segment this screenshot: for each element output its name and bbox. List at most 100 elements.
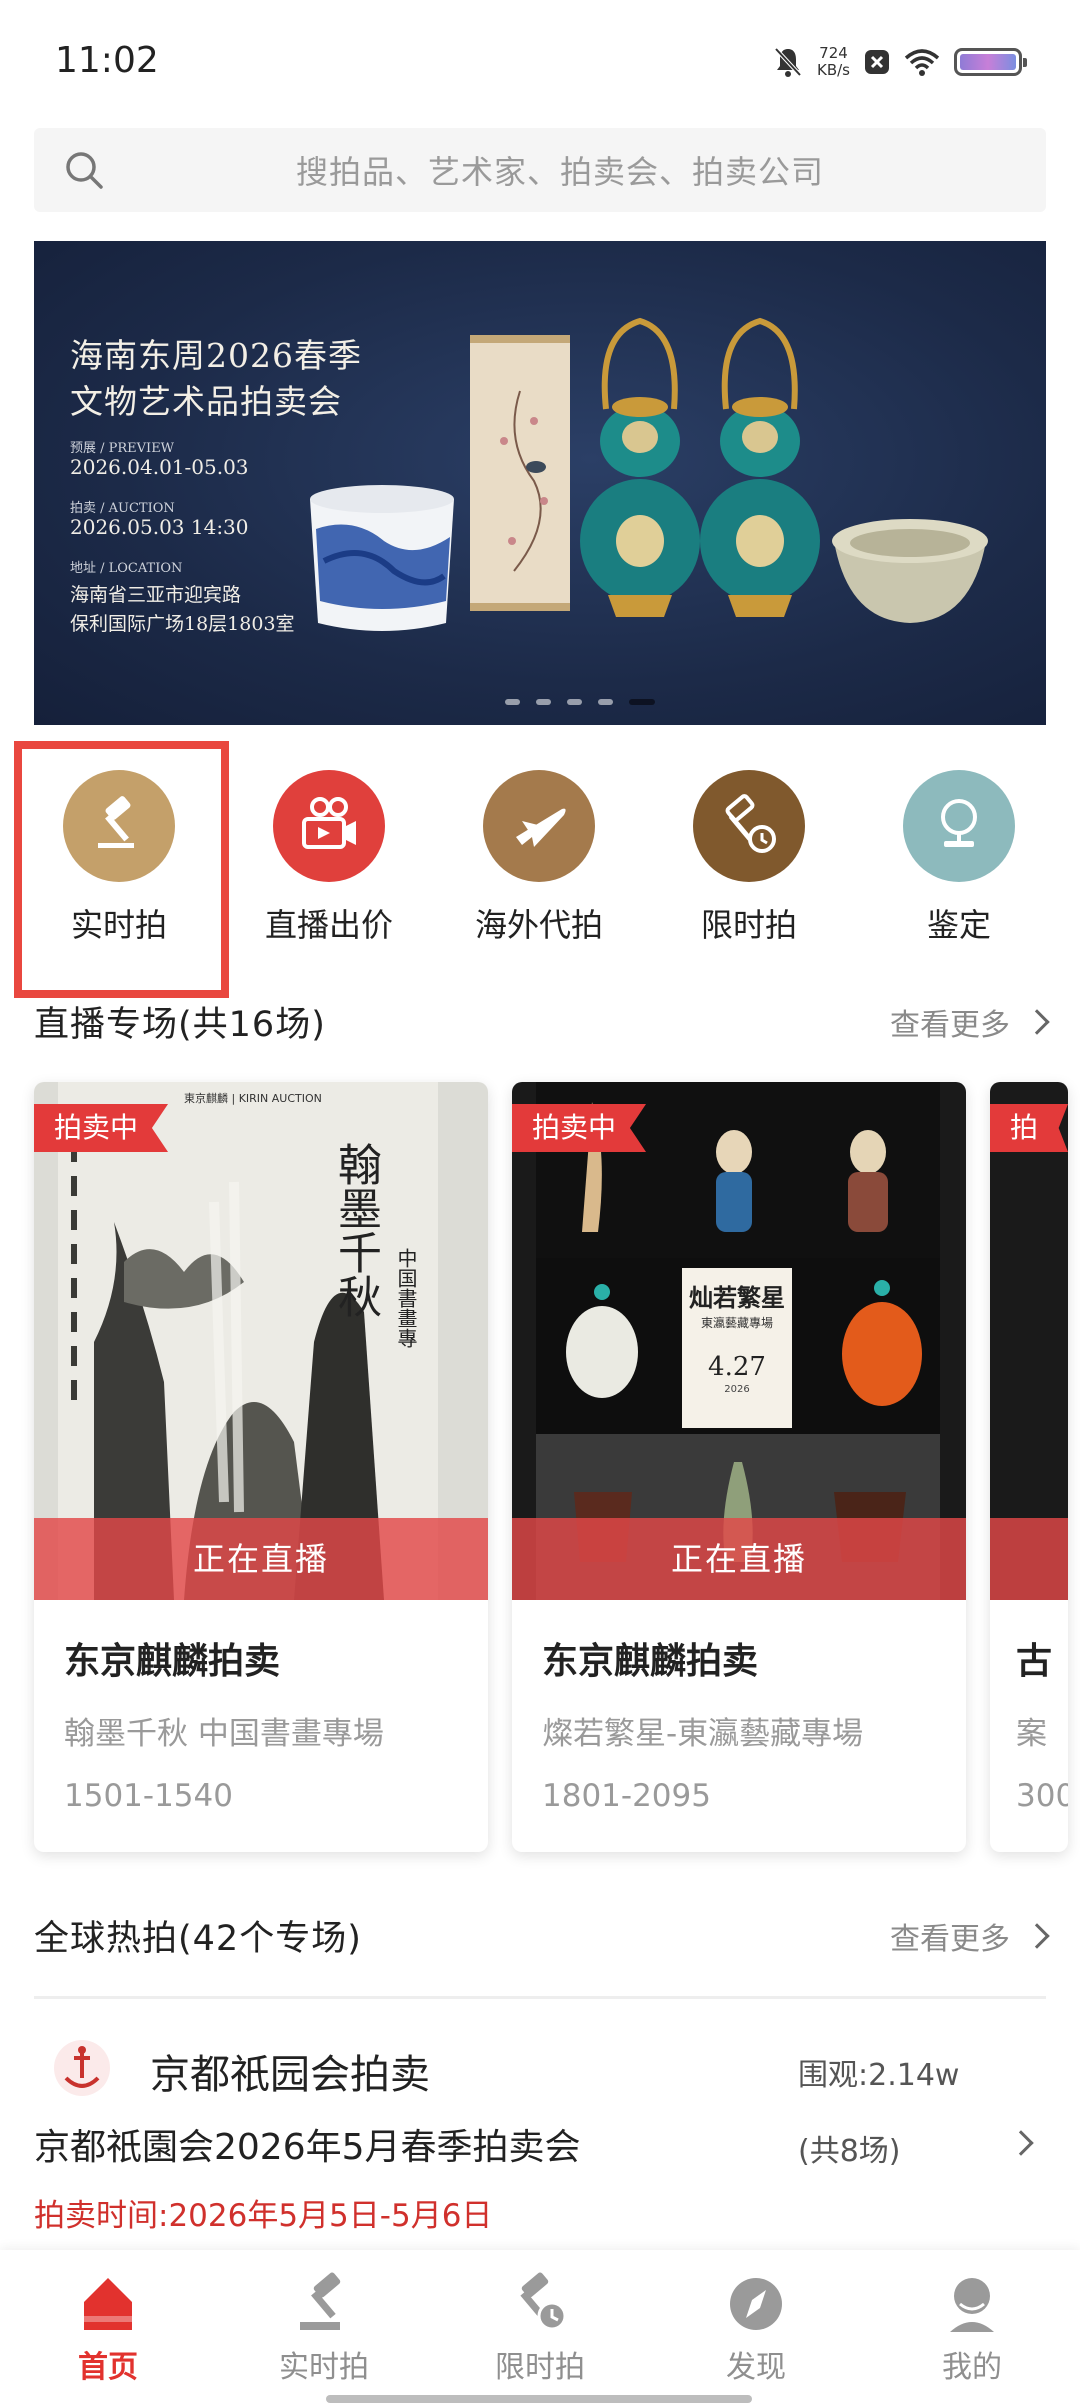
app-notification-icon: [865, 50, 889, 74]
hot-auction-title: 京都祇園会2026年5月春季拍卖会: [34, 2127, 581, 2168]
nav-label: 限时拍: [495, 2350, 585, 2385]
poster-header: 東京麒麟 | KIRIN AUCTION: [184, 1092, 322, 1105]
chevron-right-icon: [1024, 1922, 1050, 1949]
more-label: 查看更多: [890, 1921, 1010, 1957]
nav-label: 发现: [726, 2350, 786, 2385]
auction-hammer-icon: [300, 2272, 341, 2330]
chevron-right-icon: [1024, 1008, 1050, 1035]
auction-house-logo-icon: [54, 2040, 110, 2096]
search-icon: [66, 152, 103, 189]
status-badge: 拍卖中: [990, 1104, 1068, 1152]
nav-realtime-auction[interactable]: 实时拍: [234, 2272, 414, 2386]
carousel-dot-active[interactable]: [629, 699, 655, 705]
search-bar[interactable]: 搜拍品、艺术家、拍卖会、拍卖公司: [34, 128, 1046, 212]
nav-label: 实时拍: [279, 2350, 369, 2385]
hot-auction-house: 京都祇园会拍卖: [150, 2052, 430, 2098]
category-overseas-proxy[interactable]: 海外代拍: [449, 770, 629, 946]
carousel-dot[interactable]: [536, 699, 551, 705]
nav-label: 首页: [78, 2350, 138, 2385]
carousel-indicators: [34, 699, 1046, 705]
more-label: 查看更多: [890, 1007, 1010, 1043]
category-appraisal[interactable]: 鉴定: [869, 770, 1049, 946]
status-icons: 724 KB/s: [773, 40, 1027, 84]
carousel-dot[interactable]: [598, 699, 613, 705]
lot-range: 1801-2095: [542, 1778, 711, 1814]
category-realtime-auction[interactable]: 实时拍: [29, 770, 209, 946]
poster-date: 4.27: [708, 1352, 766, 1382]
live-card-image: 拍卖中: [990, 1082, 1068, 1600]
poster-year: 2026: [724, 1384, 750, 1395]
category-label: 鉴定: [926, 906, 991, 944]
auction-hammer-icon: [63, 770, 175, 882]
hot-section-title: 全球热拍(42个专场): [34, 1919, 362, 1959]
brush-pot-image: [310, 485, 454, 631]
session-name: 翰墨千秋 中国書畫專場: [64, 1716, 384, 1752]
carousel-dot[interactable]: [567, 699, 582, 705]
video-camera-icon: [273, 770, 385, 882]
poster-title: 灿若繁星: [689, 1283, 785, 1312]
nav-home[interactable]: 首页: [18, 2272, 198, 2386]
chevron-right-icon: [1008, 2130, 1034, 2156]
poster-subtitle: 東瀛藝藏專場: [700, 1316, 773, 1330]
lot-range: 1501-1540: [64, 1778, 233, 1814]
battery-icon: [954, 48, 1027, 76]
category-live-bidding[interactable]: 直播出价: [239, 770, 419, 946]
cloisonne-vase-image: [580, 317, 700, 617]
nav-label: 我的: [942, 2350, 1002, 2385]
bottom-nav: 首页 实时拍 限时拍 发现 我的: [0, 2250, 1080, 2408]
live-status-strip: 正在直播: [34, 1518, 488, 1600]
hammer-clock-icon: [520, 2272, 567, 2331]
session-name: 燦若繁星-東瀛藝藏專場: [542, 1716, 864, 1752]
live-status-strip: [990, 1518, 1068, 1600]
profile-icon: [950, 2278, 994, 2332]
live-card[interactable]: 灿若繁星 東瀛藝藏專場 4.27 2026 拍卖中 正在直播 东京麒麟拍卖 燦若…: [512, 1082, 966, 1852]
live-more-link[interactable]: 查看更多: [890, 1000, 1050, 1044]
category-label: 限时拍: [700, 906, 797, 944]
status-badge: 拍卖中: [34, 1104, 169, 1152]
live-card-partial[interactable]: 拍卖中 古 案 300: [990, 1082, 1068, 1852]
banner-artwork: [310, 317, 988, 631]
network-speed: 724 KB/s: [817, 45, 850, 79]
auction-house-name: 东京麒麟拍卖: [542, 1641, 759, 1682]
status-bar: 11:02 724 KB/s: [0, 0, 1080, 120]
promo-banner[interactable]: 海南东周2026春季 文物艺术品拍卖会 预展 / PREVIEW 2026.04…: [34, 241, 1046, 725]
live-section-title: 直播专场(共16场): [34, 1005, 326, 1045]
network-speed-unit: KB/s: [817, 61, 850, 79]
jade-bowl-image: [832, 519, 988, 623]
wifi-icon: [904, 49, 940, 76]
hot-auction-time: 拍卖时间:2026年5月5日-5月6日: [34, 2198, 493, 2234]
live-card-image: 東京麒麟 | KIRIN AUCTION 翰墨千秋 中国書畫專 拍卖中 正在直播: [34, 1082, 488, 1600]
network-speed-value: 724: [819, 44, 848, 62]
nav-profile[interactable]: 我的: [882, 2272, 1062, 2386]
scroll-painting-image: [470, 335, 570, 611]
live-section-header: 直播专场(共16场) 查看更多: [34, 996, 1050, 1047]
live-card[interactable]: 東京麒麟 | KIRIN AUCTION 翰墨千秋 中国書畫專 拍卖中 正在直播…: [34, 1082, 488, 1852]
category-timed-auction[interactable]: 限时拍: [659, 770, 839, 946]
hot-more-link[interactable]: 查看更多: [890, 1914, 1050, 1958]
live-card-image: 灿若繁星 東瀛藝藏專場 4.27 2026 拍卖中 正在直播: [512, 1082, 966, 1600]
category-label: 海外代拍: [474, 906, 603, 944]
home-indicator[interactable]: [326, 2395, 752, 2403]
search-placeholder[interactable]: 搜拍品、艺术家、拍卖会、拍卖公司: [34, 147, 1046, 193]
carousel-dot[interactable]: [505, 699, 520, 705]
lot-range: 300: [1016, 1778, 1068, 1814]
cloisonne-vase-image-2: [700, 317, 820, 617]
nav-timed-auction[interactable]: 限时拍: [450, 2272, 630, 2386]
plane-icon: [483, 770, 595, 882]
nav-discover[interactable]: 发现: [666, 2272, 846, 2386]
app-screen: 11:02 724 KB/s 搜拍品、艺术家、拍卖会、拍卖公司 海南东周2026…: [0, 0, 1080, 2408]
category-label: 实时拍: [70, 906, 167, 944]
section-divider: [34, 1996, 1046, 1999]
auction-house-name: 古: [1016, 1641, 1053, 1682]
status-badge: 拍卖中: [512, 1104, 647, 1152]
compass-icon: [730, 2278, 782, 2330]
status-time: 11:02: [55, 40, 159, 81]
hammer-clock-icon: [693, 770, 805, 882]
home-icon: [84, 2278, 132, 2330]
auction-house-name: 东京麒麟拍卖: [64, 1641, 281, 1682]
hot-auction-views: 围观:2.14w: [798, 2058, 960, 2093]
magnifier-icon: [903, 770, 1015, 882]
session-name: 案: [1016, 1716, 1047, 1752]
mute-bell-icon: [774, 47, 802, 77]
hot-section-header: 全球热拍(42个专场) 查看更多: [34, 1910, 1050, 1961]
